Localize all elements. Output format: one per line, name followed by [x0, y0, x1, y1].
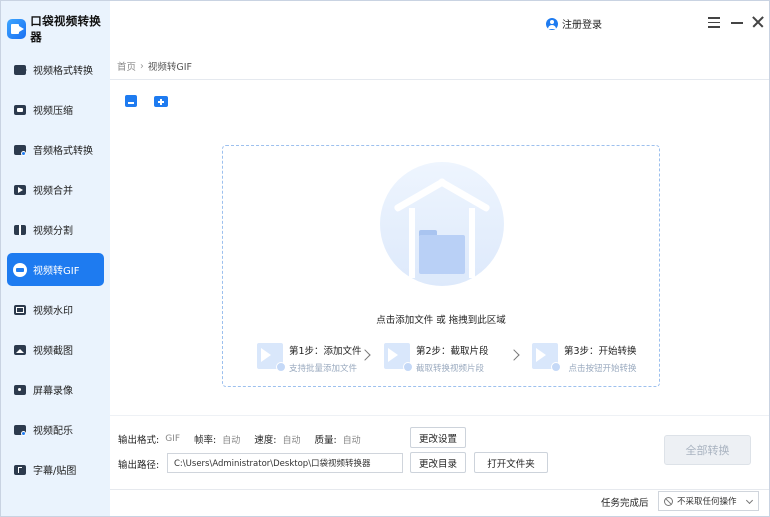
step-title: 第1步：添加文件: [289, 346, 362, 357]
sidebar-item-video-merge[interactable]: 视频合并: [7, 173, 104, 206]
ban-icon: [664, 496, 673, 506]
sidebar-item-label: 字幕/贴图: [33, 466, 77, 477]
sidebar-nav: 视频格式转换 视频压缩 音频格式转换 视频合并 视频分割 视频转GIF 视频水印…: [7, 53, 104, 493]
video-merge-icon: [13, 183, 27, 197]
chevron-right-icon: [508, 349, 520, 361]
sidebar-item-video-music[interactable]: 视频配乐: [7, 413, 104, 446]
add-file-step-icon: [257, 343, 286, 372]
change-settings-button[interactable]: 更改设置: [410, 427, 466, 448]
sidebar-item-label: 视频压缩: [33, 106, 73, 117]
step-2: 第2步：截取片段 截取转换视频片段: [384, 343, 489, 374]
convert-all-button[interactable]: 全部转换: [664, 435, 751, 465]
app-logo-icon: [7, 19, 27, 39]
sidebar-item-audio-format[interactable]: 音频格式转换: [7, 133, 104, 166]
change-directory-button[interactable]: 更改目录: [410, 452, 466, 473]
convert-step-icon: [532, 343, 561, 372]
breadcrumb-current: 视频转GIF: [147, 62, 192, 73]
app-title: 口袋视频转换器: [30, 14, 102, 44]
sidebar-item-label: 屏幕录像: [33, 386, 73, 397]
gif-icon: [13, 262, 27, 277]
step-title: 第2步：截取片段: [416, 346, 489, 357]
footer-divider: [110, 489, 769, 490]
sidebar-item-label: 视频配乐: [33, 426, 73, 437]
app-logo: 口袋视频转换器: [7, 13, 110, 45]
after-complete-label: 任务完成后: [601, 498, 649, 509]
header-divider: [110, 79, 769, 80]
output-settings-row: 输出格式: GIF 帧率: 自动 速度: 自动 质量: 自动: [118, 432, 361, 446]
quality-value: 自动: [342, 435, 361, 446]
after-complete-select[interactable]: 不采取任何操作: [658, 491, 759, 511]
speed-value: 自动: [282, 435, 301, 446]
screen-record-icon: [13, 383, 27, 397]
menu-icon[interactable]: [707, 15, 721, 29]
quality-label: 质量:: [314, 435, 337, 446]
step-title: 第3步：开始转换: [564, 346, 637, 357]
sidebar-item-video-watermark[interactable]: 视频水印: [7, 293, 104, 326]
sidebar-item-video-split[interactable]: 视频分割: [7, 213, 104, 246]
login-link[interactable]: 注册登录: [546, 16, 602, 31]
file-drop-zone[interactable]: 点击添加文件 或 拖拽到此区域 第1步：添加文件 支持批量添加文件 第2步：截取…: [222, 145, 660, 387]
audio-format-icon: [13, 143, 27, 157]
add-file-icon[interactable]: [124, 94, 138, 108]
framerate-label: 帧率:: [194, 435, 217, 446]
sidebar-item-label: 视频合并: [33, 186, 73, 197]
sidebar-item-label: 视频分割: [33, 226, 73, 237]
sidebar-item-subtitle-sticker[interactable]: 字幕/贴图: [7, 453, 104, 486]
video-format-icon: [13, 63, 27, 77]
output-path-field[interactable]: C:\Users\Administrator\Desktop\口袋视频转换器: [167, 453, 403, 473]
breadcrumb-home[interactable]: 首页: [117, 59, 136, 73]
add-folder-icon[interactable]: [154, 94, 168, 108]
clip-step-icon: [384, 343, 413, 372]
step-3: 第3步：开始转换 点击按钮开始转换: [532, 343, 637, 374]
sidebar-item-label: 视频截图: [33, 346, 73, 357]
minimize-icon[interactable]: [730, 15, 744, 29]
sidebar-item-video-compress[interactable]: 视频压缩: [7, 93, 104, 126]
user-icon: [546, 17, 558, 30]
step-1: 第1步：添加文件 支持批量添加文件: [257, 343, 362, 374]
breadcrumb: 首页 › 视频转GIF: [117, 59, 192, 74]
format-label: 输出格式:: [118, 435, 160, 446]
after-complete-value: 不采取任何操作: [677, 497, 737, 507]
sidebar-item-label: 音频格式转换: [33, 146, 93, 157]
format-value: GIF: [165, 434, 181, 444]
framerate-value: 自动: [222, 435, 241, 446]
drop-hint: 点击添加文件 或 拖拽到此区域: [376, 315, 506, 326]
sidebar-item-screen-record[interactable]: 屏幕录像: [7, 373, 104, 406]
sidebar-item-video-screenshot[interactable]: 视频截图: [7, 333, 104, 366]
open-folder-button[interactable]: 打开文件夹: [474, 452, 548, 473]
settings-divider: [110, 415, 769, 416]
sidebar: 口袋视频转换器 视频格式转换 视频压缩 音频格式转换 视频合并 视频分割 视频转…: [1, 1, 110, 516]
sidebar-item-video-format[interactable]: 视频格式转换: [7, 53, 104, 86]
subtitle-icon: [13, 463, 27, 477]
chevron-down-icon: [745, 496, 754, 505]
video-split-icon: [13, 223, 27, 237]
close-icon[interactable]: [751, 15, 765, 29]
sidebar-item-video-to-gif[interactable]: 视频转GIF: [7, 253, 104, 286]
step-subtitle: 点击按钮开始转换: [568, 364, 637, 374]
speed-label: 速度:: [254, 435, 277, 446]
sidebar-item-label: 视频转GIF: [33, 266, 80, 277]
video-compress-icon: [13, 103, 27, 117]
sidebar-item-label: 视频格式转换: [33, 66, 93, 77]
breadcrumb-separator: ›: [140, 60, 144, 72]
login-label: 注册登录: [562, 20, 602, 31]
path-label: 输出路径:: [118, 460, 160, 471]
step-subtitle: 支持批量添加文件: [289, 364, 358, 374]
step-subtitle: 截取转换视频片段: [416, 364, 485, 374]
output-path-row: 输出路径:: [118, 457, 159, 471]
folder-icon: [419, 230, 465, 274]
app-window: 口袋视频转换器 视频格式转换 视频压缩 音频格式转换 视频合并 视频分割 视频转…: [0, 0, 770, 517]
screenshot-icon: [13, 343, 27, 357]
sidebar-item-label: 视频水印: [33, 306, 73, 317]
music-icon: [13, 423, 27, 437]
watermark-icon: [13, 303, 27, 317]
